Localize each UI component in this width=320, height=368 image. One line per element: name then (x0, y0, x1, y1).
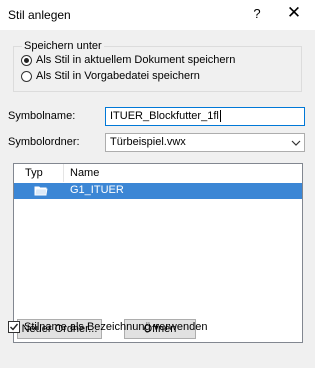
symbol-folder-dropdown[interactable]: Türbeispiel.vwx (105, 133, 305, 152)
window-title: Stil anlegen (8, 8, 71, 22)
close-button[interactable]: ✕ (286, 3, 302, 23)
symbol-name-label: Symbolname: (8, 110, 76, 122)
list-header: Typ Name (14, 164, 302, 182)
symbol-folder-value: Türbeispiel.vwx (110, 136, 186, 148)
radio-label: Als Stil in Vorgabedatei speichern (36, 70, 200, 82)
column-header-type[interactable]: Typ (25, 167, 43, 179)
save-location-group: Speichern unter Als Stil in aktuellem Do… (13, 40, 302, 92)
title-bar: Stil anlegen ? ✕ (0, 0, 315, 30)
column-separator[interactable] (63, 164, 64, 182)
list-item[interactable]: G1_ITUER (14, 183, 302, 199)
symbol-name-value: ITUER_Blockfutter_1fl (110, 110, 219, 122)
chevron-down-icon[interactable] (290, 135, 302, 150)
folder-icon (34, 185, 48, 199)
radio-default-file[interactable]: Als Stil in Vorgabedatei speichern (21, 70, 200, 82)
checkbox-label: Stilname als Bezeichnung verwenden (24, 321, 208, 333)
dialog-body: Speichern unter Als Stil in aktuellem Do… (0, 30, 315, 368)
use-name-as-label-option[interactable]: Stilname als Bezeichnung verwenden (8, 321, 207, 333)
symbol-folder-label: Symbolordner: (8, 136, 80, 148)
text-caret (219, 110, 221, 123)
radio-current-document[interactable]: Als Stil in aktuellem Dokument speichern (21, 54, 235, 66)
save-location-legend: Speichern unter (22, 40, 104, 52)
radio-button[interactable] (21, 70, 32, 82)
column-header-name[interactable]: Name (70, 167, 99, 179)
radio-label: Als Stil in aktuellem Dokument speichern (36, 54, 236, 66)
checkbox[interactable] (8, 321, 20, 333)
symbol-name-input[interactable]: ITUER_Blockfutter_1fl (105, 107, 305, 126)
help-button[interactable]: ? (250, 6, 264, 21)
radio-button-checked[interactable] (21, 54, 32, 66)
symbol-list[interactable]: Typ Name G1_ITUER (13, 163, 303, 343)
list-item-name: G1_ITUER (70, 184, 124, 196)
checkmark-icon (10, 323, 19, 331)
